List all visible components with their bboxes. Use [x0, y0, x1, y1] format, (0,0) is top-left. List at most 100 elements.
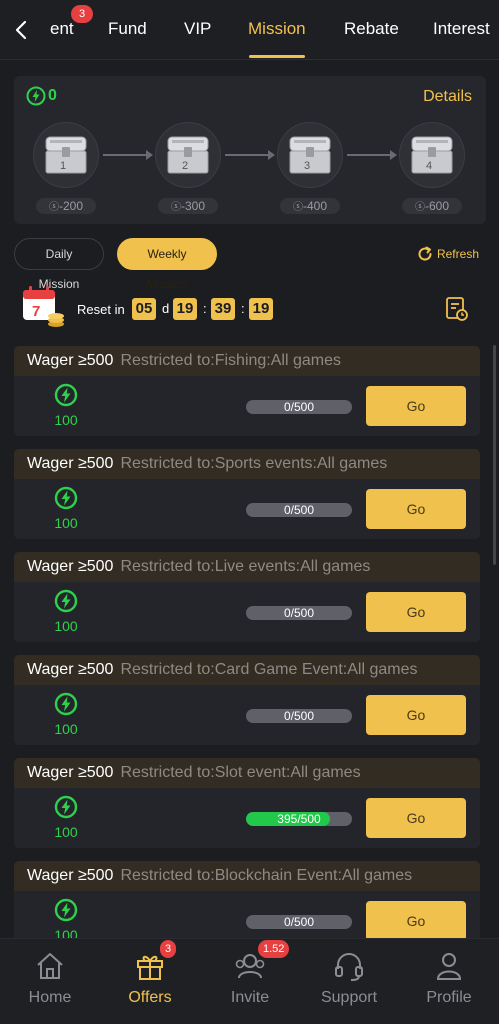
mission-restriction: Restricted to:Card Game Event:All games [120, 661, 418, 678]
mission-restriction: Restricted to:Live events:All games [120, 558, 371, 575]
active-tab-indicator [249, 55, 305, 58]
energy-icon [54, 486, 78, 510]
mission-progress-bar: 395/500 [246, 812, 352, 826]
mission-card: Wager ≥500 Restricted to:Fishing:All game… [14, 346, 480, 436]
daily-mission-button[interactable]: Daily Mission [14, 238, 104, 291]
energy-icon: ⓢ [292, 202, 303, 213]
energy-icon [54, 898, 78, 922]
nav-home-label: Home [28, 989, 72, 1006]
energy-icon [26, 86, 46, 106]
chest-requirement: ⓢ-300 [158, 198, 218, 214]
tab-event[interactable]: ent [50, 19, 74, 39]
refresh-icon [418, 246, 432, 261]
go-button[interactable]: Go [366, 695, 466, 735]
mission-restriction: Restricted to:Fishing:All games [120, 352, 341, 369]
chest-3[interactable]: 3 [277, 122, 343, 188]
tab-rebate[interactable]: Rebate [344, 19, 399, 39]
mission-header: Wager ≥500 Restricted to:Live events:All … [14, 552, 480, 582]
chest-4[interactable]: 4 [399, 122, 465, 188]
refresh-button[interactable]: Refresh [416, 245, 479, 263]
nav-support-label: Support [320, 989, 378, 1006]
go-button[interactable]: Go [366, 489, 466, 529]
history-record-icon[interactable] [445, 296, 469, 322]
time-separator: : [241, 301, 245, 316]
reset-minutes: 39 [211, 298, 235, 320]
nav-home[interactable]: Home [0, 939, 100, 1024]
refresh-label: Refresh [436, 247, 479, 261]
nav-offers-badge: 3 [160, 940, 177, 958]
mission-header: Wager ≥500 Restricted to:Blockchain Event… [14, 861, 480, 891]
mission-card: Wager ≥500 Restricted to:Live events:All … [14, 552, 480, 642]
mission-progress-text: 0/500 [283, 709, 315, 723]
chest-number: 4 [426, 160, 433, 172]
go-button[interactable]: Go [366, 901, 466, 941]
nav-support[interactable]: Support [299, 939, 399, 1024]
mission-progress-bar: 0/500 [246, 915, 352, 929]
nav-offers-label: Offers [128, 989, 172, 1006]
chest-1[interactable]: 1 [33, 122, 99, 188]
chest-number: 2 [182, 160, 189, 172]
chest-arrow [347, 150, 397, 160]
mission-reward: 100 [54, 515, 78, 531]
chest-requirement: ⓢ-200 [36, 198, 96, 214]
mission-progress-bar: 0/500 [246, 503, 352, 517]
energy-icon [54, 383, 78, 407]
weekly-mission-button[interactable]: Weekly Mission [117, 238, 217, 291]
energy-balance: 0 [26, 86, 57, 106]
scrollbar[interactable] [493, 345, 496, 565]
mission-reward: 100 [54, 618, 78, 634]
mission-header: Wager ≥500 Restricted to:Card Game Event:… [14, 655, 480, 685]
details-link[interactable]: Details [423, 88, 472, 106]
chest-requirement-value: -400 [302, 199, 328, 213]
energy-icon: ⓢ [170, 202, 181, 213]
energy-icon: ⓢ [414, 202, 425, 213]
energy-icon [54, 795, 78, 819]
mission-title: Wager ≥500 [27, 558, 114, 575]
mission-progress-text: 395/500 [277, 812, 321, 826]
mission-title: Wager ≥500 [27, 764, 114, 781]
mission-reward: 100 [54, 824, 78, 840]
tab-mission[interactable]: Mission [248, 19, 306, 39]
reset-seconds: 19 [249, 298, 273, 320]
go-button[interactable]: Go [366, 798, 466, 838]
nav-profile[interactable]: Profile [399, 939, 499, 1024]
svg-text:7: 7 [32, 303, 40, 320]
energy-icon [54, 589, 78, 613]
mission-card: Wager ≥500 Restricted to:Card Game Event:… [14, 655, 480, 745]
reset-days: 05 [132, 298, 156, 320]
tab-event-badge: 3 [71, 5, 93, 23]
go-button[interactable]: Go [366, 592, 466, 632]
chest-requirement-value: -300 [180, 199, 206, 213]
chest-requirement-value: -200 [58, 199, 84, 213]
mission-header: Wager ≥500 Restricted to:Fishing:All game… [14, 346, 480, 376]
nav-invite-badge: 1.52 [258, 940, 290, 958]
nav-invite[interactable]: 1.52 Invite [200, 939, 300, 1024]
chest-requirement-value: -600 [424, 199, 450, 213]
chest-arrow [225, 150, 275, 160]
mission-restriction: Restricted to:Sports events:All games [120, 455, 388, 472]
energy-icon [54, 692, 78, 716]
mission-title: Wager ≥500 [27, 455, 114, 472]
calendar-coins-icon: 7 [23, 286, 64, 327]
tab-fund[interactable]: Fund [108, 19, 147, 39]
mission-progress-bar: 0/500 [246, 709, 352, 723]
mission-reward: 100 [54, 412, 78, 428]
treasure-chest-panel: 0 Details 1 2 3 4 ⓢ-200 ⓢ-300 ⓢ-400 ⓢ-60… [14, 76, 486, 224]
reset-countdown: 7 Reset in 05 d 19 : 39 : 19 [20, 284, 480, 332]
mission-restriction: Restricted to:Blockchain Event:All games [120, 867, 413, 884]
back-arrow-icon[interactable] [10, 18, 34, 42]
mission-reward: 100 [54, 721, 78, 737]
mission-header: Wager ≥500 Restricted to:Slot event:All g… [14, 758, 480, 788]
go-button[interactable]: Go [366, 386, 466, 426]
reset-label: Reset in [77, 302, 125, 317]
nav-invite-label: Invite [230, 989, 270, 1006]
chest-2[interactable]: 2 [155, 122, 221, 188]
mission-progress-text: 0/500 [283, 503, 315, 517]
tab-vip[interactable]: VIP [184, 19, 211, 39]
mission-header: Wager ≥500 Restricted to:Sports events:Al… [14, 449, 480, 479]
energy-icon: ⓢ [48, 202, 59, 213]
tab-interest[interactable]: Interest [433, 19, 490, 39]
home-icon [37, 953, 63, 979]
nav-offers[interactable]: 3 Offers [100, 939, 200, 1024]
mission-progress-text: 0/500 [283, 606, 315, 620]
